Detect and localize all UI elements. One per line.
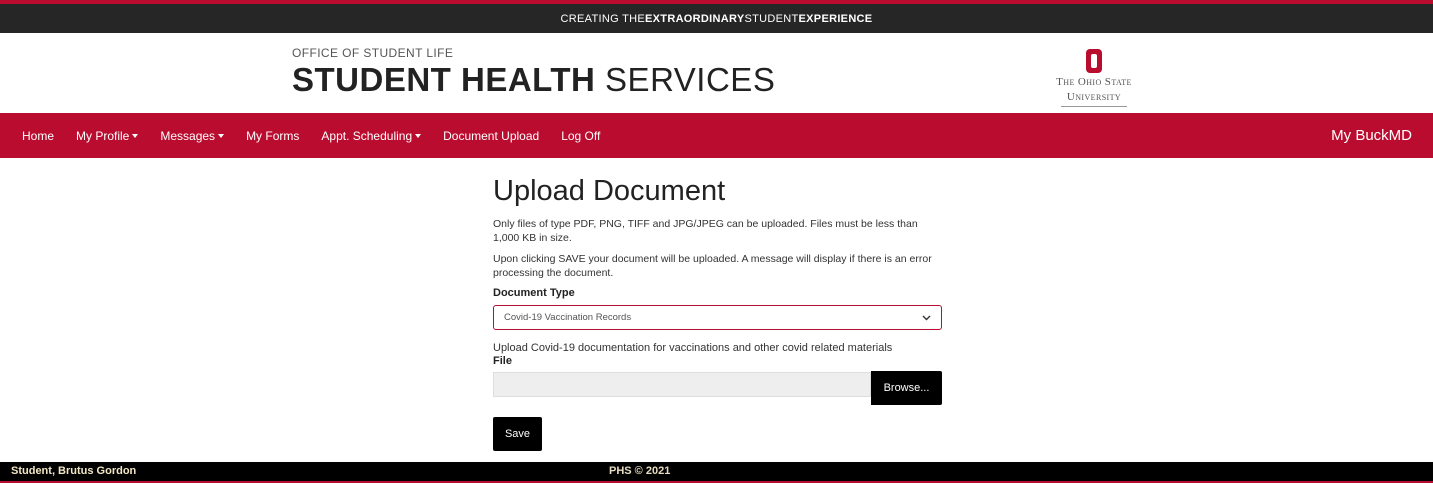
save-info: Upon clicking SAVE your document will be… bbox=[493, 253, 932, 279]
tagline-bar: CREATING THE EXTRAORDINARY STUDENT EXPER… bbox=[0, 0, 1433, 33]
nav-log-off[interactable]: Log Off bbox=[550, 113, 611, 158]
file-label: File bbox=[493, 355, 512, 367]
browse-button[interactable]: Browse... bbox=[871, 371, 942, 405]
tagline-bold-1: EXTRAORDINARY bbox=[645, 12, 745, 25]
nav-appt-scheduling[interactable]: Appt. Scheduling bbox=[310, 113, 432, 158]
nav-label: Appt. Scheduling bbox=[321, 128, 413, 143]
nav-label: Log Off bbox=[561, 128, 601, 143]
logo-divider bbox=[1061, 106, 1127, 107]
file-type-info: Only files of type PDF, PNG, TIFF and JP… bbox=[493, 218, 918, 244]
nav-label: Home bbox=[22, 128, 55, 143]
osu-name-line-1: The Ohio State bbox=[1056, 76, 1132, 88]
brand-title-light: SERVICES bbox=[595, 61, 776, 98]
footer-user-name: Student, Brutus Gordon bbox=[11, 465, 137, 477]
osu-logo[interactable]: The Ohio State University bbox=[1041, 48, 1147, 107]
brand-office: OFFICE OF STUDENT LIFE bbox=[292, 46, 454, 60]
upload-form: Upload Document Only files of type PDF, … bbox=[493, 174, 942, 451]
tagline-prefix: CREATING THE bbox=[560, 12, 646, 25]
chevron-down-icon bbox=[922, 315, 931, 320]
tagline-bold-2: EXPERIENCE bbox=[798, 12, 873, 25]
caret-down-icon bbox=[132, 134, 139, 138]
file-input[interactable] bbox=[493, 372, 871, 397]
caret-down-icon bbox=[415, 134, 422, 138]
caret-down-icon bbox=[218, 134, 225, 138]
nav-label: Messages bbox=[160, 128, 216, 143]
nav-document-upload[interactable]: Document Upload bbox=[432, 113, 550, 158]
brand-title-bold: STUDENT HEALTH bbox=[292, 61, 596, 98]
tagline-middle: STUDENT bbox=[744, 12, 799, 25]
footer: Student, Brutus Gordon PHS © 2021 bbox=[0, 462, 1433, 483]
document-type-select[interactable]: Covid-19 Vaccination Records bbox=[493, 305, 942, 330]
nav-label: My Forms bbox=[246, 128, 300, 143]
nav-my-forms[interactable]: My Forms bbox=[235, 113, 310, 158]
nav-home[interactable]: Home bbox=[0, 113, 65, 158]
document-type-value: Covid-19 Vaccination Records bbox=[504, 312, 632, 323]
file-picker: Browse... bbox=[493, 371, 942, 405]
block-o-icon bbox=[1086, 49, 1102, 73]
page-title: Upload Document bbox=[493, 175, 726, 207]
nav-my-profile[interactable]: My Profile bbox=[65, 113, 149, 158]
footer-copyright: PHS © 2021 bbox=[609, 465, 671, 477]
brand-title: STUDENT HEALTH SERVICES bbox=[292, 62, 775, 98]
nav-messages[interactable]: Messages bbox=[149, 113, 235, 158]
nav-label: My Profile bbox=[76, 128, 130, 143]
document-type-label: Document Type bbox=[493, 287, 575, 299]
nav-my-buckmd[interactable]: My BuckMD bbox=[1331, 127, 1433, 144]
site-brand[interactable]: OFFICE OF STUDENT LIFE STUDENT HEALTH SE… bbox=[292, 46, 775, 98]
document-help-text: Upload Covid-19 documentation for vaccin… bbox=[493, 342, 893, 354]
save-button[interactable]: Save bbox=[493, 417, 542, 451]
nav-label: Document Upload bbox=[443, 128, 540, 143]
osu-name-line-2: University bbox=[1066, 91, 1122, 103]
main-nav: Home My Profile Messages My Forms Appt. … bbox=[0, 113, 1433, 158]
